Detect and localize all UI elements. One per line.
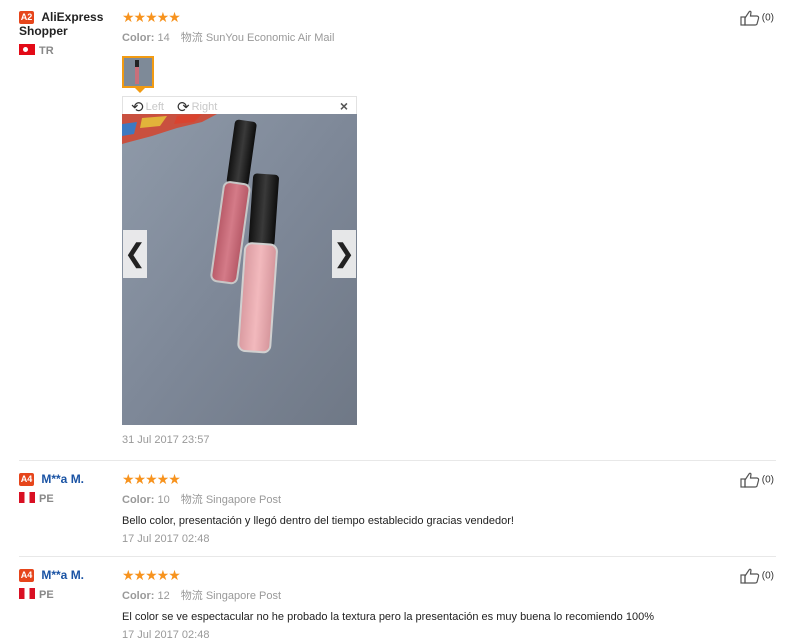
reviewer-info: A2 AliExpress Shopper TR: [19, 10, 119, 57]
color-label: Color:: [122, 590, 155, 602]
helpful-count: (0): [761, 570, 774, 582]
turkey-flag-icon: [19, 44, 35, 55]
helpful-button[interactable]: (0): [740, 472, 774, 488]
review-text: El color se ve espectacular no he probad…: [122, 611, 654, 623]
reviewer-name[interactable]: M**a M.: [41, 568, 84, 582]
previous-photo-button[interactable]: ❮: [123, 230, 147, 278]
review-photo-thumbnail[interactable]: [122, 56, 154, 88]
star-rating: ★★★★★: [122, 471, 181, 487]
rotate-right-label: Right: [191, 101, 218, 113]
divider: [19, 460, 776, 461]
review-content: ★★★★★ Color: 14 物流 SunYou Economic Air M…: [122, 10, 742, 45]
reviewer-info: A4 M**a M. PE: [19, 472, 119, 505]
divider: [19, 556, 776, 557]
buyer-level-badge: A2: [19, 11, 34, 24]
country-code: PE: [39, 493, 54, 505]
thumbs-up-icon: [740, 472, 759, 488]
review-content: ★★★★★ Color: 12 物流 Singapore Post El col…: [122, 568, 742, 641]
review-meta: Color: 12 物流 Singapore Post: [122, 587, 742, 603]
country-code: PE: [39, 589, 54, 601]
thumbnail-pointer: [135, 88, 145, 93]
buyer-level-badge: A4: [19, 473, 34, 486]
review-photo: [122, 114, 357, 425]
photo-viewer-toolbar: ⟲ Left ⟳ Right ×: [122, 96, 357, 116]
star-rating: ★★★★★: [122, 9, 181, 25]
shipping-method: 物流 Singapore Post: [180, 494, 282, 506]
buyer-level-badge: A4: [19, 569, 34, 582]
reviewer-country: PE: [19, 492, 119, 505]
country-code: TR: [39, 45, 54, 57]
helpful-button[interactable]: (0): [740, 10, 774, 26]
reviewer-country: PE: [19, 588, 119, 601]
reviewer-name: AliExpress: [41, 10, 104, 24]
thumbs-up-icon: [740, 10, 759, 26]
review-text: Bello color, presentación y llegó dentro…: [122, 515, 514, 527]
color-label: Color:: [122, 494, 155, 506]
peru-flag-icon: [19, 588, 35, 599]
helpful-count: (0): [761, 474, 774, 486]
helpful-count: (0): [761, 12, 774, 24]
reviewer-country: TR: [19, 44, 119, 57]
review-content: ★★★★★ Color: 10 物流 Singapore Post Bello …: [122, 472, 742, 545]
thumbnail-image: [124, 58, 152, 86]
thumbs-up-icon: [740, 568, 759, 584]
reviewer-name-line2: Shopper: [19, 24, 68, 38]
reviewer-name[interactable]: M**a M.: [41, 472, 84, 486]
shipping-method: 物流 Singapore Post: [180, 590, 282, 602]
review-date: 17 Jul 2017 02:48: [122, 533, 210, 545]
reviewer-info: A4 M**a M. PE: [19, 568, 119, 601]
color-value: 14: [157, 32, 170, 44]
review-date: 31 Jul 2017 23:57: [122, 434, 210, 446]
rotate-left-label: Left: [145, 101, 164, 113]
review-meta: Color: 10 物流 Singapore Post: [122, 491, 742, 507]
helpful-button[interactable]: (0): [740, 568, 774, 584]
next-photo-button[interactable]: ❯: [332, 230, 356, 278]
lip-gloss-photo: [122, 114, 357, 425]
shipping-method: 物流 SunYou Economic Air Mail: [180, 32, 335, 44]
peru-flag-icon: [19, 492, 35, 503]
color-label: Color:: [122, 32, 155, 44]
close-viewer-button[interactable]: ×: [340, 98, 348, 114]
review-meta: Color: 14 物流 SunYou Economic Air Mail: [122, 29, 742, 45]
star-rating: ★★★★★: [122, 567, 181, 583]
color-value: 10: [157, 494, 170, 506]
color-value: 12: [157, 590, 170, 602]
